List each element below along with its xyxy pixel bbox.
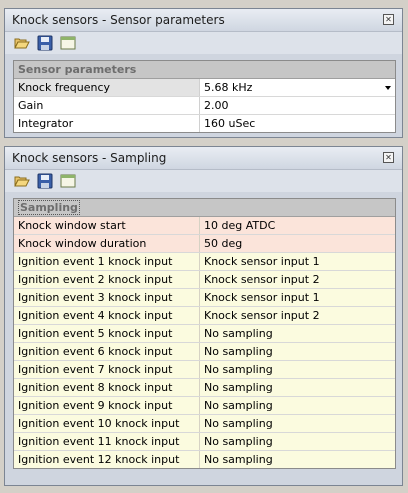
property-row[interactable]: Ignition event 3 knock input Knock senso… [14,289,395,307]
close-icon[interactable]: ✕ [383,152,394,163]
property-name: Integrator [14,115,200,132]
property-value[interactable]: No sampling [200,325,395,342]
property-name: Ignition event 11 knock input [14,433,200,450]
property-value[interactable]: 10 deg ATDC [200,217,395,234]
property-value[interactable]: Knock sensor input 1 [200,289,395,306]
property-value[interactable]: 2.00 [200,97,395,114]
property-row-integrator[interactable]: Integrator 160 uSec [14,115,395,132]
save-icon[interactable] [37,35,53,51]
sensor-panel-toolbar [5,32,402,54]
property-name: Ignition event 1 knock input [14,253,200,270]
property-row[interactable]: Ignition event 6 knock input No sampling [14,343,395,361]
sampling-property-grid: Sampling Knock window start 10 deg ATDC … [13,198,396,469]
property-value[interactable]: No sampling [200,397,395,414]
property-row[interactable]: Knock window start 10 deg ATDC [14,217,395,235]
property-row[interactable]: Ignition event 2 knock input Knock senso… [14,271,395,289]
property-row[interactable]: Ignition event 4 knock input Knock senso… [14,307,395,325]
sensor-panel-titlebar[interactable]: Knock sensors - Sensor parameters ✕ [5,9,402,32]
section-header-sampling[interactable]: Sampling [14,199,395,217]
property-value-dropdown[interactable]: 5.68 kHz [200,79,395,96]
sampling-panel-title: Knock sensors - Sampling [12,151,167,165]
property-value[interactable]: No sampling [200,361,395,378]
open-folder-icon[interactable] [14,35,30,51]
window-icon[interactable] [60,35,76,51]
sensor-parameters-panel: Knock sensors - Sensor parameters ✕ Sens… [4,8,403,138]
property-row[interactable]: Ignition event 9 knock input No sampling [14,397,395,415]
sensor-panel-title: Knock sensors - Sensor parameters [12,13,225,27]
property-row[interactable]: Ignition event 1 knock input Knock senso… [14,253,395,271]
property-value[interactable]: No sampling [200,451,395,468]
property-value[interactable]: 160 uSec [200,115,395,132]
property-row[interactable]: Ignition event 8 knock input No sampling [14,379,395,397]
chevron-down-icon[interactable] [385,86,391,90]
property-name: Ignition event 4 knock input [14,307,200,324]
property-value[interactable]: Knock sensor input 1 [200,253,395,270]
open-folder-icon[interactable] [14,173,30,189]
close-icon[interactable]: ✕ [383,14,394,25]
property-value[interactable]: No sampling [200,415,395,432]
property-name: Ignition event 7 knock input [14,361,200,378]
property-value[interactable]: No sampling [200,433,395,450]
property-name: Ignition event 6 knock input [14,343,200,360]
save-icon[interactable] [37,173,53,189]
property-name: Ignition event 8 knock input [14,379,200,396]
property-name: Ignition event 3 knock input [14,289,200,306]
property-value: 5.68 kHz [204,81,253,94]
window-icon[interactable] [60,173,76,189]
property-name: Knock frequency [14,79,200,96]
property-row[interactable]: Ignition event 5 knock input No sampling [14,325,395,343]
property-row[interactable]: Ignition event 10 knock input No samplin… [14,415,395,433]
section-title: Sampling [18,200,80,215]
sampling-panel-toolbar [5,170,402,192]
property-row[interactable]: Ignition event 7 knock input No sampling [14,361,395,379]
property-value[interactable]: No sampling [200,343,395,360]
property-name: Knock window duration [14,235,200,252]
property-value[interactable]: Knock sensor input 2 [200,271,395,288]
property-name: Ignition event 5 knock input [14,325,200,342]
property-row-gain[interactable]: Gain 2.00 [14,97,395,115]
property-name: Gain [14,97,200,114]
property-row[interactable]: Ignition event 12 knock input No samplin… [14,451,395,468]
property-row-knock-frequency[interactable]: Knock frequency 5.68 kHz [14,79,395,97]
property-name: Knock window start [14,217,200,234]
property-name: Ignition event 10 knock input [14,415,200,432]
property-row[interactable]: Knock window duration 50 deg [14,235,395,253]
property-value[interactable]: Knock sensor input 2 [200,307,395,324]
property-name: Ignition event 9 knock input [14,397,200,414]
property-value[interactable]: 50 deg [200,235,395,252]
property-row[interactable]: Ignition event 11 knock input No samplin… [14,433,395,451]
sensor-property-grid: Sensor parameters Knock frequency 5.68 k… [13,60,396,133]
sampling-panel: Knock sensors - Sampling ✕ Sampling Knoc… [4,146,403,486]
sampling-panel-titlebar[interactable]: Knock sensors - Sampling ✕ [5,147,402,170]
section-header-sensor-parameters[interactable]: Sensor parameters [14,61,395,79]
property-name: Ignition event 12 knock input [14,451,200,468]
property-value[interactable]: No sampling [200,379,395,396]
property-name: Ignition event 2 knock input [14,271,200,288]
